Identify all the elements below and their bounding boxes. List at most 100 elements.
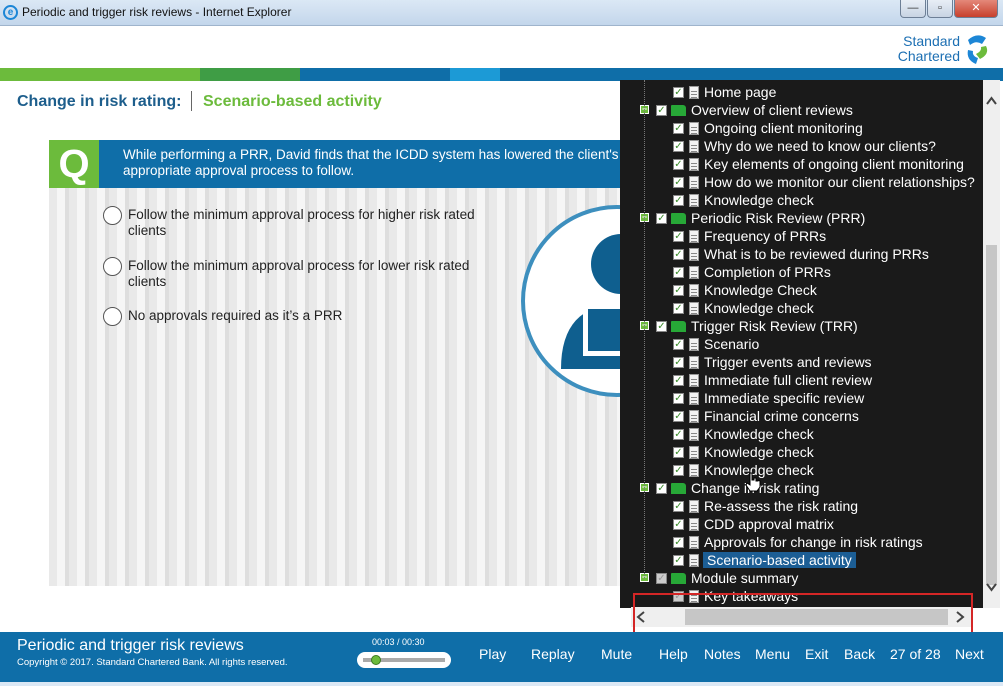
- radio-button[interactable]: [103, 307, 122, 326]
- toc-item-label: Frequency of PRRs: [704, 228, 827, 244]
- standard-chartered-logo-icon: [967, 35, 988, 64]
- toc-section[interactable]: − ✓ Trigger Risk Review (TRR): [640, 317, 858, 335]
- page-icon: [689, 265, 699, 279]
- toc-section[interactable]: − ✓ Overview of client reviews: [640, 101, 853, 119]
- page-icon: [689, 427, 699, 441]
- toc-item-label: Knowledge check: [704, 192, 814, 208]
- timecode: 00:03 / 00:30: [372, 637, 425, 647]
- toc-page-item[interactable]: ✓ Scenario-based activity: [673, 551, 856, 569]
- page-icon: [689, 391, 699, 405]
- replay-button[interactable]: Replay: [531, 646, 575, 662]
- brand-line-1: Standard: [903, 33, 960, 49]
- toc-page-item[interactable]: ✓ Why do we need to know our clients?: [673, 137, 936, 155]
- question-text: While performing a PRR, David finds that…: [123, 147, 642, 178]
- toc-page-item[interactable]: ✓ Knowledge check: [673, 299, 814, 317]
- restore-button[interactable]: ▫: [927, 0, 953, 18]
- toc-page-item[interactable]: ✓ Knowledge Check: [673, 281, 817, 299]
- toc-item-label: Home page: [704, 84, 777, 100]
- page-icon: [689, 301, 699, 315]
- minimize-button[interactable]: —: [900, 0, 926, 18]
- toc-page-item[interactable]: ✓ Knowledge check: [673, 191, 814, 209]
- radio-button[interactable]: [103, 206, 122, 225]
- answer-option-label: Follow the minimum approval process for …: [128, 258, 470, 289]
- completed-check-icon: ✓: [673, 356, 684, 368]
- completed-check-icon: ✓: [673, 446, 684, 458]
- internet-explorer-icon: e: [3, 5, 18, 20]
- menu-button[interactable]: Menu: [755, 646, 790, 662]
- window-title: Periodic and trigger risk reviews - Inte…: [22, 5, 292, 19]
- toc-item-label: Knowledge check: [704, 300, 814, 316]
- toc-page-item[interactable]: ✓ Trigger events and reviews: [673, 353, 872, 371]
- toc-item-label: Module summary: [691, 570, 799, 586]
- toc-item-label: Key elements of ongoing client monitorin…: [704, 156, 964, 172]
- page-icon: [689, 499, 699, 513]
- answer-option-1[interactable]: Follow the minimum approval process for …: [103, 206, 508, 239]
- completed-check-icon: ✓: [656, 482, 667, 494]
- toc-section[interactable]: −✓Change in risk rating: [640, 479, 819, 497]
- toc-page-item[interactable]: ✓ Knowledge check: [673, 461, 814, 479]
- completed-check-icon: ✓: [673, 518, 684, 530]
- toc-page-item[interactable]: ✓ Completion of PRRs: [673, 263, 831, 281]
- toc-item-label: Financial crime concerns: [704, 408, 859, 424]
- toc-section[interactable]: − ✓ Periodic Risk Review (PRR): [640, 209, 865, 227]
- folder-icon: [671, 320, 686, 332]
- page-icon: [689, 247, 699, 261]
- toc-section[interactable]: − ✓ Module summary: [640, 569, 799, 587]
- completed-check-icon: ✓: [673, 374, 684, 386]
- toc-item-label: Knowledge check: [704, 426, 814, 442]
- folder-icon: [671, 572, 686, 584]
- toc-vertical-scrollbar[interactable]: [983, 80, 1000, 608]
- completed-check-icon: ✓: [673, 194, 684, 206]
- completed-check-icon: ✓: [673, 464, 684, 476]
- completed-check-icon: ✓: [656, 104, 667, 116]
- toc-page-item[interactable]: ✓ Knowledge check: [673, 425, 814, 443]
- toc-page-item[interactable]: ✓ Frequency of PRRs: [673, 227, 826, 245]
- toc-item-label: Immediate full client review: [704, 372, 873, 388]
- toc-page-item[interactable]: ✓ Immediate specific review: [673, 389, 864, 407]
- completed-check-icon: ✓: [673, 176, 684, 188]
- toc-item-label: Re-assess the risk rating: [704, 498, 859, 514]
- toc-page-item[interactable]: ✓ Home page: [673, 83, 776, 101]
- back-button[interactable]: Back: [844, 646, 875, 662]
- toc-page-item[interactable]: ✓ Ongoing client monitoring: [673, 119, 863, 137]
- answer-option-2[interactable]: Follow the minimum approval process for …: [103, 257, 508, 290]
- toc-page-item[interactable]: ✓ Key elements of ongoing client monitori…: [673, 155, 964, 173]
- toc-page-item[interactable]: ✓ What is to be reviewed during PRRs: [673, 245, 929, 263]
- toc-page-item[interactable]: ✓ How do we monitor our client relationsh…: [673, 173, 975, 191]
- breadcrumb-divider: [191, 91, 192, 111]
- play-button[interactable]: Play: [479, 646, 506, 662]
- page-icon: [689, 355, 699, 369]
- answer-option-3[interactable]: No approvals required as it’s a PRR: [103, 307, 508, 326]
- next-button[interactable]: Next: [955, 646, 984, 662]
- toc-item-label: Knowledge check: [704, 444, 814, 460]
- toc-item-label: Scenario: [704, 336, 760, 352]
- page-icon: [689, 193, 699, 207]
- answer-option-label: Follow the minimum approval process for …: [128, 207, 475, 238]
- toc-page-item[interactable]: ✓ Knowledge check: [673, 443, 814, 461]
- toc-item-label: What is to be reviewed during PRRs: [704, 246, 929, 262]
- page-icon: [689, 373, 699, 387]
- mute-button[interactable]: Mute: [601, 646, 632, 662]
- toc-page-item[interactable]: ✓ Financial crime concerns: [673, 407, 859, 425]
- toc-item-label: Immediate specific review: [704, 390, 865, 406]
- notes-button[interactable]: Notes: [704, 646, 741, 662]
- toc-page-item[interactable]: ✓ Immediate full client review: [673, 371, 872, 389]
- header-stripe-blue: [300, 68, 450, 81]
- window-bottom-border: [0, 682, 1003, 686]
- close-button[interactable]: ✕: [954, 0, 998, 18]
- header-stripe-green: [0, 68, 200, 81]
- toc-page-item[interactable]: ✓ Re-assess the risk rating: [673, 497, 858, 515]
- exit-button[interactable]: Exit: [805, 646, 828, 662]
- header-stripe-lightblue: [450, 68, 500, 81]
- help-button[interactable]: Help: [659, 646, 688, 662]
- question-badge: Q: [49, 140, 99, 188]
- radio-button[interactable]: [103, 257, 122, 276]
- toc-page-item[interactable]: ✓ Scenario: [673, 335, 759, 353]
- toc-page-item[interactable]: ✓ CDD approval matrix: [673, 515, 834, 533]
- toc-page-item[interactable]: ✓ Approvals for change in risk ratings: [673, 533, 923, 551]
- toc-item-label: Scenario-based activity: [703, 552, 856, 568]
- completed-check-icon: ✓: [673, 410, 684, 422]
- breadcrumb-page: Scenario-based activity: [203, 93, 382, 110]
- highlight-box: [633, 593, 973, 634]
- tree-guide-line: [644, 80, 645, 578]
